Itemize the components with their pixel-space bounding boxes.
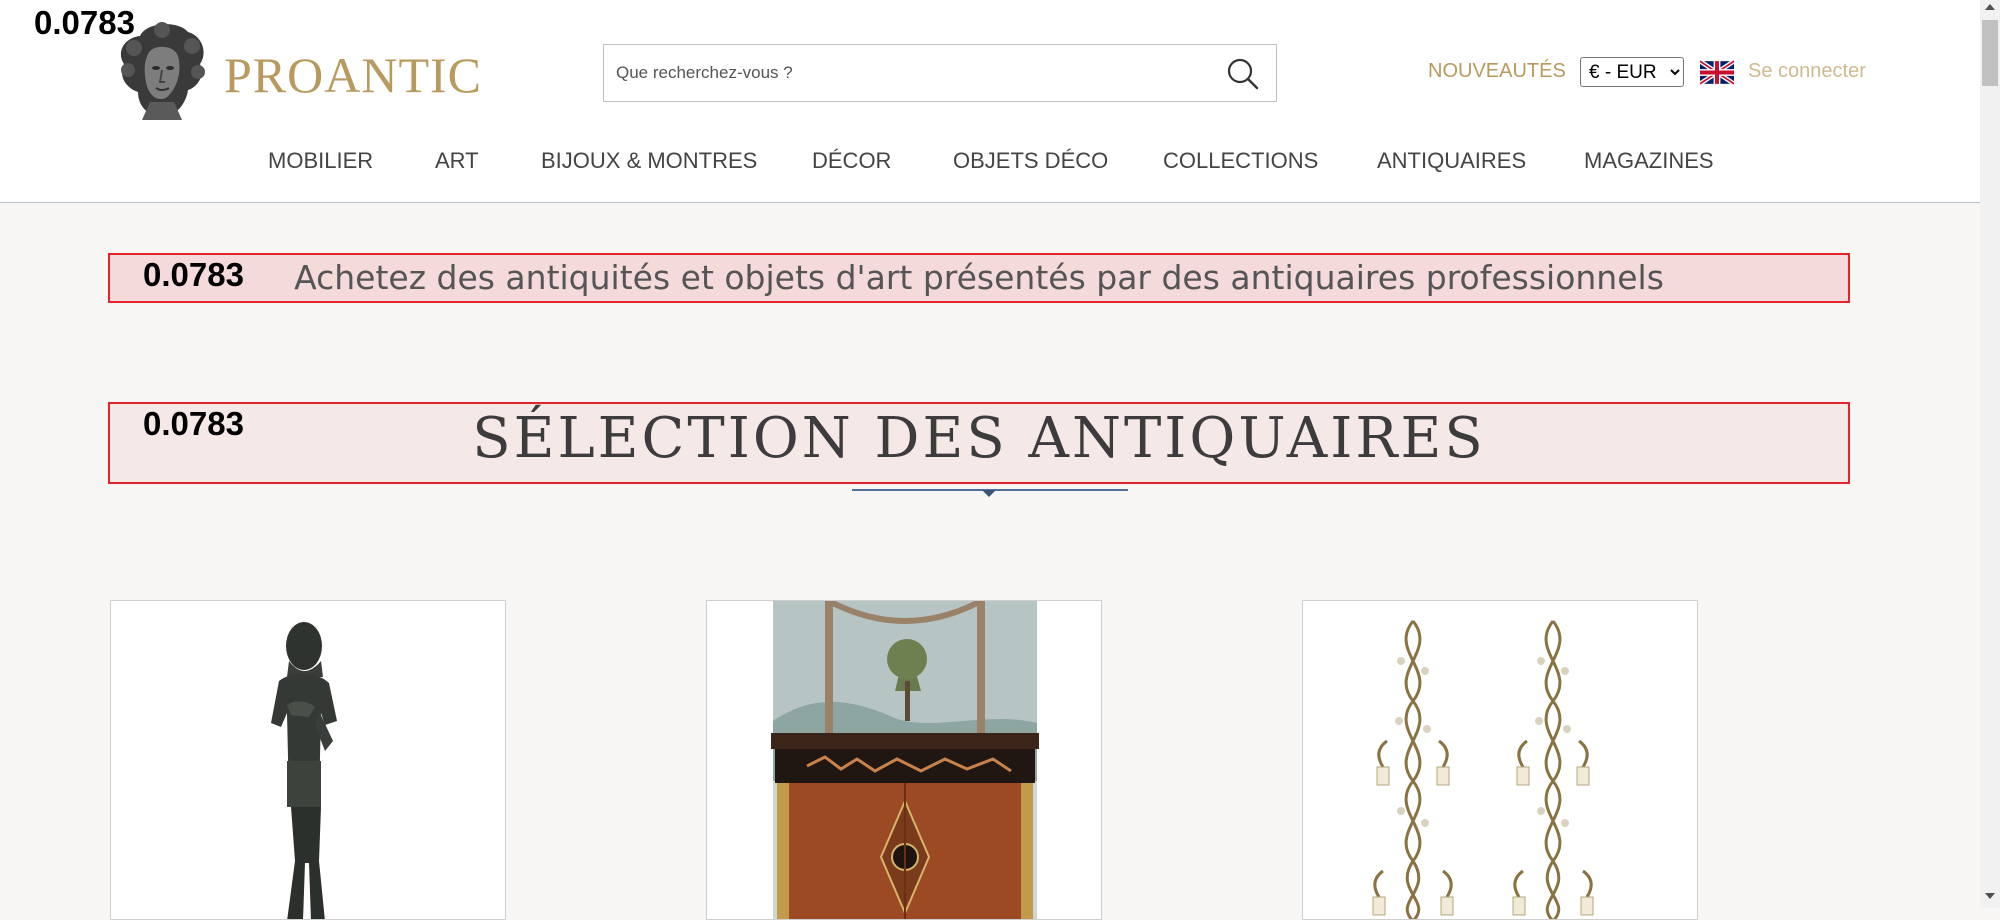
nav-item-antiquaires[interactable]: ANTIQUAIRES — [1377, 148, 1526, 174]
nav-item-bijoux-montres[interactable]: BIJOUX & MONTRES — [541, 148, 757, 174]
score-overlay: 0.0783 — [143, 405, 244, 442]
search-bar — [603, 44, 1277, 102]
site-header: 0.0783 PROANTIC NOUVEAUTÉS € - EUR Se co… — [0, 0, 1980, 203]
bronze-statue-image[interactable] — [111, 601, 506, 920]
score-overlay: 0.0783 — [143, 256, 244, 293]
score-overlay: 0.0783 — [34, 4, 135, 41]
tagline: Achetez des antiquités et objets d'art p… — [294, 258, 1664, 297]
main-nav: MOBILIER ART BIJOUX & MONTRES DÉCOR OBJE… — [0, 148, 1980, 180]
search-input[interactable] — [604, 45, 1204, 101]
nav-item-objets-deco[interactable]: OBJETS DÉCO — [953, 148, 1108, 174]
currency-select[interactable]: € - EUR — [1580, 57, 1684, 87]
product-card[interactable] — [1302, 600, 1698, 920]
nav-item-decor[interactable]: DÉCOR — [812, 148, 891, 174]
cabinet-image[interactable] — [707, 601, 1102, 920]
section-title: SÉLECTION DES ANTIQUAIRES — [472, 406, 1486, 471]
nav-item-mobilier[interactable]: MOBILIER — [268, 148, 373, 174]
new-arrivals-link[interactable]: NOUVEAUTÉS — [1428, 60, 1566, 83]
search-icon[interactable] — [1224, 55, 1262, 93]
product-card[interactable] — [110, 600, 506, 920]
product-card[interactable] — [706, 600, 1102, 920]
title-caret-icon — [982, 490, 996, 497]
brand-name[interactable]: PROANTIC — [224, 46, 482, 104]
login-link[interactable]: Se connecter — [1748, 60, 1866, 83]
scrollbar-thumb[interactable] — [1982, 20, 1998, 86]
uk-flag-icon[interactable] — [1700, 60, 1734, 85]
crystal-sconces-image[interactable] — [1303, 601, 1698, 920]
page-scrollbar[interactable] — [1980, 0, 2000, 908]
scroll-down-arrow-icon[interactable] — [1985, 893, 1995, 899]
nav-item-magazines[interactable]: MAGAZINES — [1584, 148, 1714, 174]
nav-item-art[interactable]: ART — [435, 148, 479, 174]
nav-item-collections[interactable]: COLLECTIONS — [1163, 148, 1318, 174]
scroll-up-arrow-icon[interactable] — [1985, 4, 1995, 10]
